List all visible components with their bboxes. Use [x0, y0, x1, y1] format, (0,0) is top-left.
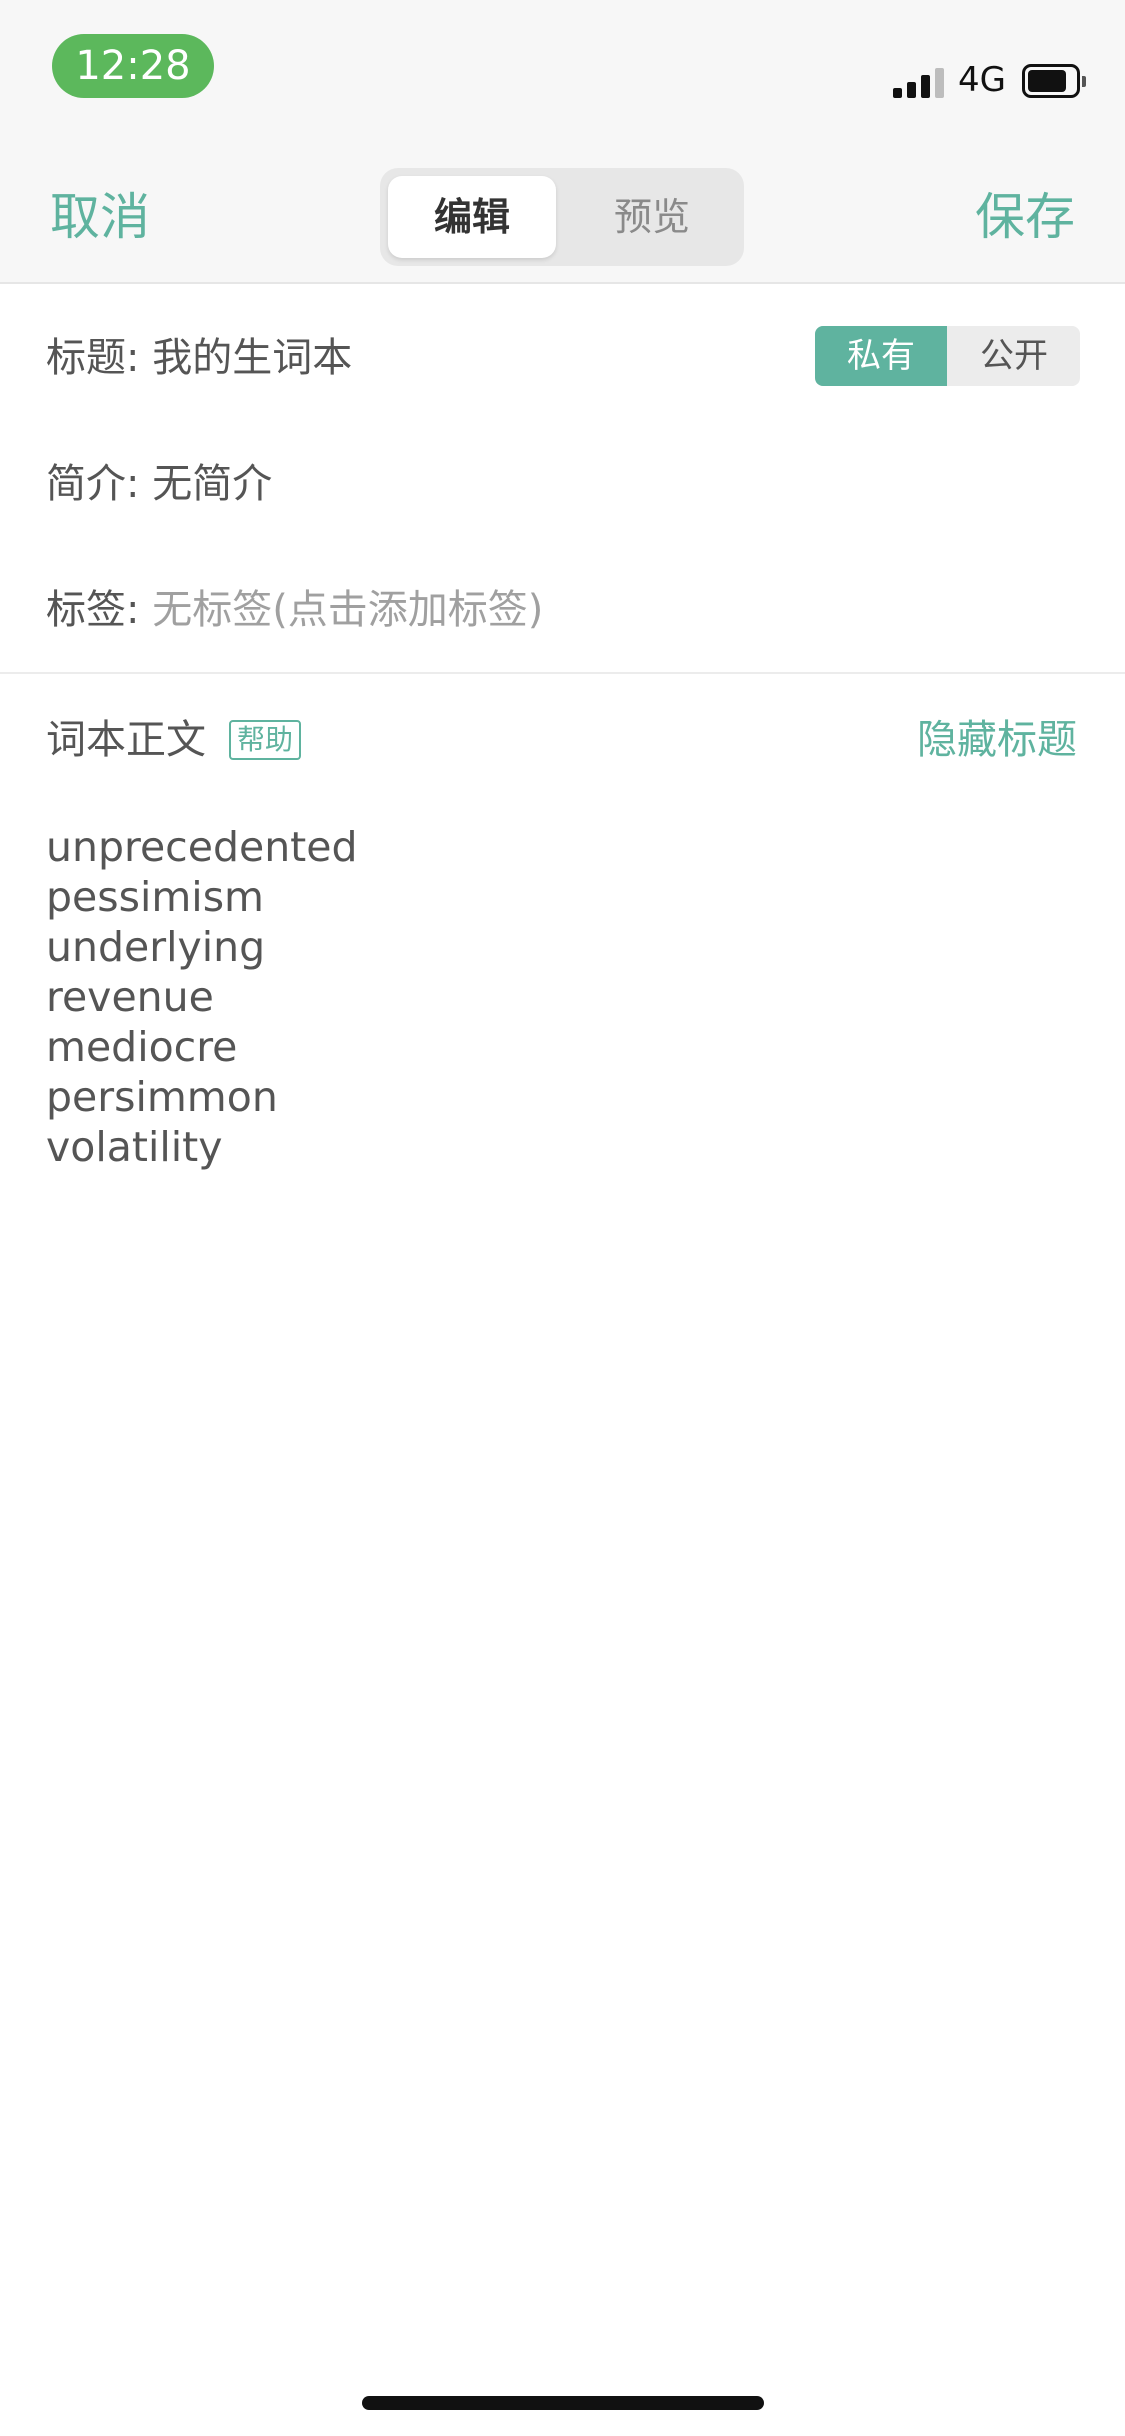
status-bar: 12:28 4G [0, 0, 1125, 150]
public-option[interactable]: 公开 [948, 326, 1080, 386]
word-item: mediocre [46, 1023, 238, 1071]
title-label: 标题: [46, 335, 140, 381]
home-indicator[interactable] [362, 2396, 764, 2410]
word-item: revenue [46, 973, 214, 1021]
word-list-editor[interactable]: unprecedented pessimism underlying reven… [46, 822, 358, 1172]
description-label: 简介: [46, 461, 140, 507]
section-divider [0, 672, 1125, 674]
tags-label: 标签: [46, 587, 140, 633]
status-time: 12:28 [52, 34, 214, 98]
tab-preview[interactable]: 预览 [568, 176, 736, 258]
description-value[interactable]: 无简介 [152, 461, 272, 507]
body-header: 词本正文 [46, 717, 206, 763]
title-value[interactable]: 我的生词本 [152, 335, 352, 381]
tab-edit[interactable]: 编辑 [388, 176, 556, 258]
network-type: 4G [958, 60, 1006, 100]
title-field[interactable]: 标题: 我的生词本 [46, 330, 352, 386]
word-item: persimmon [46, 1073, 278, 1121]
save-button[interactable]: 保存 [975, 184, 1075, 250]
cancel-button[interactable]: 取消 [50, 184, 150, 250]
edit-preview-segmented-control: 编辑 预览 [380, 168, 744, 266]
private-option[interactable]: 私有 [815, 326, 947, 386]
tags-field[interactable]: 标签: 无标签(点击添加标签) [46, 582, 543, 638]
word-item: underlying [46, 923, 266, 971]
battery-icon [1022, 64, 1086, 98]
word-item: unprecedented [46, 823, 358, 871]
help-button[interactable]: 帮助 [229, 720, 302, 760]
tags-placeholder[interactable]: 无标签(点击添加标签) [152, 587, 543, 633]
signal-icon [893, 66, 945, 98]
description-field[interactable]: 简介: 无简介 [46, 456, 272, 512]
word-item: volatility [46, 1123, 223, 1171]
nav-bar: 取消 编辑 预览 保存 [0, 150, 1125, 284]
word-item: pessimism [46, 873, 264, 921]
privacy-toggle: 私有 公开 [815, 326, 1080, 386]
hide-title-button[interactable]: 隐藏标题 [917, 712, 1077, 768]
